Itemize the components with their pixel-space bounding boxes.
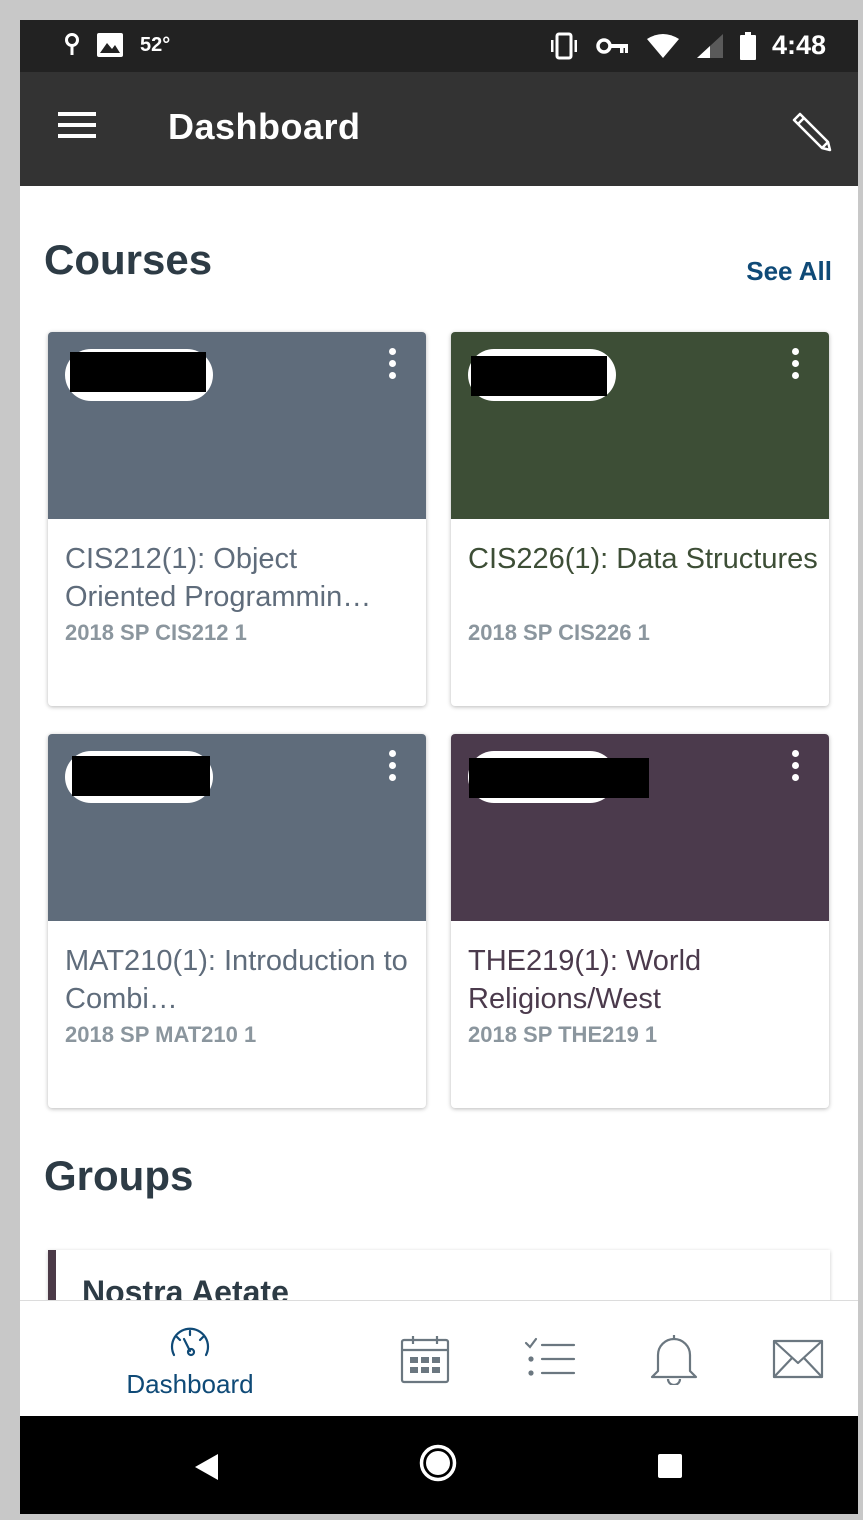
course-code: 2018 SP CIS212 1 [65,620,247,645]
group-name: Nostra Aetate [82,1274,289,1300]
course-options-kebab-icon[interactable] [384,348,400,386]
redacted-block [72,756,210,796]
bottom-navigation: Dashboard [20,1300,858,1416]
course-name: THE219(1): World Religions/West [468,945,702,1015]
course-code: 2018 SP CIS226 1 [468,620,650,645]
pencil-edit-icon[interactable] [788,108,832,152]
page-title: Dashboard [168,106,361,147]
course-card-color-header [48,332,426,519]
status-bar: 52° 4:48 [20,20,858,72]
home-icon[interactable] [418,1443,458,1483]
vibrate-icon [550,32,577,59]
hamburger-menu-icon[interactable] [58,112,96,140]
redacted-block [469,758,649,798]
recents-icon[interactable] [657,1453,683,1479]
image-icon [97,33,123,57]
see-all-link[interactable]: See All [746,256,832,287]
course-card-color-header [451,734,829,921]
redacted-block [70,352,206,392]
battery-icon [739,31,756,60]
groups-heading: Groups [44,1152,194,1199]
course-card-color-header [48,734,426,921]
clock-text: 4:48 [771,30,826,60]
course-name: MAT210(1): Introduction to Combi… [65,945,408,1015]
course-code: 2018 SP THE219 1 [468,1022,658,1047]
nav-dashboard[interactable]: Dashboard [100,1301,280,1417]
course-code: 2018 SP MAT210 1 [65,1022,257,1047]
system-navigation-bar [20,1416,858,1514]
phone-screen: 52° 4:48 Dashboard Courses See All CIS21… [20,20,858,1514]
nav-todo[interactable] [514,1301,584,1417]
dashboard-content[interactable]: Courses See All CIS212(1): Object Orient… [20,186,858,1300]
notifications-bell-icon [650,1335,698,1385]
back-icon[interactable] [194,1453,220,1481]
course-name: CIS212(1): Object Oriented Programmin… [65,543,372,613]
course-options-kebab-icon[interactable] [787,750,803,788]
course-card[interactable]: CIS226(1): Data Structures 2018 SP CIS22… [451,332,829,706]
nav-notifications[interactable] [638,1301,708,1417]
course-options-kebab-icon[interactable] [384,750,400,788]
courses-heading: Courses [44,236,213,283]
wifi-icon [646,33,679,58]
course-card-color-header [451,332,829,519]
inbox-mail-icon [772,1339,824,1379]
nav-dashboard-label: Dashboard [126,1369,254,1399]
dashboard-icon [170,1327,210,1357]
temperature-text: 52° [140,33,171,56]
nav-inbox[interactable] [762,1301,832,1417]
course-card[interactable]: THE219(1): World Religions/West 2018 SP … [451,734,829,1108]
calendar-icon [400,1336,450,1384]
vpn-key-icon [596,37,628,54]
group-card[interactable]: Nostra Aetate [48,1250,830,1300]
redacted-block [471,356,607,396]
signal-icon [696,33,723,58]
course-options-kebab-icon[interactable] [787,348,803,386]
todo-list-icon [524,1337,576,1376]
nav-calendar[interactable] [390,1301,460,1417]
app-bar: Dashboard [20,72,858,186]
course-name: CIS226(1): Data Structures [468,543,818,575]
location-icon [65,33,79,55]
course-card[interactable]: MAT210(1): Introduction to Combi… 2018 S… [48,734,426,1108]
course-card[interactable]: CIS212(1): Object Oriented Programmin… 2… [48,332,426,706]
